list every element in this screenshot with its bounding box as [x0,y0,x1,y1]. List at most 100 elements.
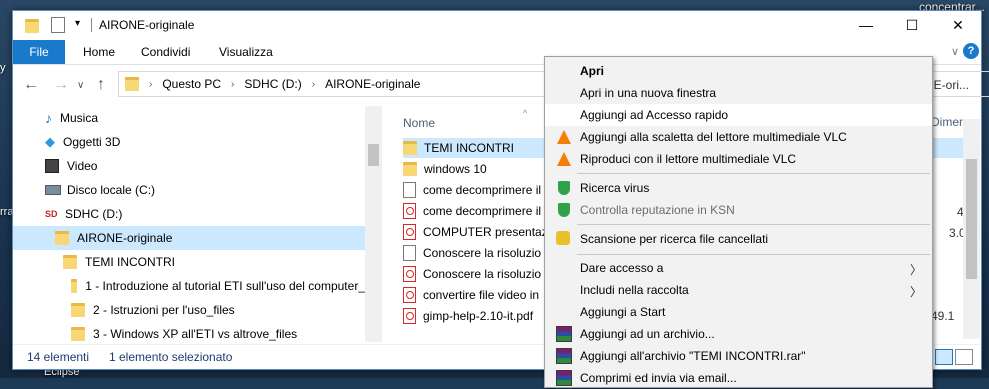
pdf-icon [403,308,416,324]
content-scrollbar-thumb[interactable] [966,159,977,279]
content-scrollbar[interactable] [963,119,980,339]
list-item[interactable]: gimp-help-2.10-it.pdf [403,306,563,326]
document-icon [403,245,416,261]
folder-icon [71,303,85,317]
breadcrumb-this-pc[interactable]: Questo PC [162,77,221,91]
list-item[interactable]: COMPUTER presentazio [403,222,563,242]
menu-item-deleted-file-scan[interactable]: Scansione per ricerca file cancellati [545,228,932,250]
column-header-size[interactable]: Dimen [931,115,966,129]
properties-icon[interactable] [51,17,65,33]
folder-icon [71,327,85,341]
nav-item-folder-1[interactable]: 1 - Introduzione al tutorial ETI sull'us… [13,274,365,298]
nav-item-temi-incontri[interactable]: TEMI INCONTRI [13,250,365,274]
chevron-right-icon[interactable]: › [149,79,152,90]
menu-item-give-access[interactable]: Dare accesso a 〉 [545,257,932,279]
shield-icon [556,202,572,218]
folder-icon [403,141,417,155]
details-view-icon[interactable] [935,349,953,365]
file-name: Conoscere la risoluzio [423,246,542,260]
title-separator [91,18,92,32]
quick-access-dropdown-icon[interactable]: ▾ [75,18,80,34]
film-icon [45,159,59,173]
menu-item-pin-quick-access[interactable]: Aggiungi ad Accesso rapido [545,104,932,126]
menu-item-add-rar[interactable]: Aggiungi all'archivio "TEMI INCONTRI.rar… [545,345,932,367]
drive-icon [45,185,61,195]
pdf-icon [403,266,416,282]
nav-scrollbar[interactable] [365,106,382,342]
winrar-icon [556,326,572,342]
menu-item-add-archive[interactable]: Aggiungi ad un archivio... [545,323,932,345]
file-name: windows 10 [424,162,487,176]
menu-separator [577,224,930,225]
navigation-pane: ♪ Musica ◆ Oggetti 3D Video Disco locale… [13,106,365,342]
menu-item-vlc-playlist[interactable]: Aggiungi alla scaletta del lettore multi… [545,126,932,148]
menu-item-ksn-reputation[interactable]: Controlla reputazione in KSN [545,199,932,221]
nav-item-airone[interactable]: AIRONE-originale [13,226,365,250]
title-bar: ▾ AIRONE-originale — ☐ ✕ [13,11,981,39]
file-name: COMPUTER presentazio [423,225,558,239]
list-item[interactable]: convertire file video in [403,285,563,305]
list-item[interactable]: come decomprimere il [403,201,563,221]
folder-icon [403,162,417,176]
file-name: TEMI INCONTRI [424,141,514,155]
pdf-icon [403,287,416,303]
menu-separator [577,173,930,174]
menu-item-open-new-window[interactable]: Apri in una nuova finestra [545,82,932,104]
breadcrumb-sdhc[interactable]: SDHC (D:) [244,77,301,91]
nav-item-label: Musica [60,111,99,125]
maximize-button[interactable]: ☐ [889,11,935,39]
nav-item-folder-2[interactable]: 2 - Istruzioni per l'uso_files [13,298,365,322]
vlc-icon [556,151,572,167]
menu-item-compress-email[interactable]: Comprimi ed invia via email... [545,367,932,389]
desktop-left-label-2: y [0,62,6,74]
list-item[interactable]: Conoscere la risoluzio [403,243,563,263]
menu-item-pin-start[interactable]: Aggiungi a Start [545,301,932,323]
pdf-icon [403,224,416,240]
menu-item-vlc-play[interactable]: Riproduci con il lettore multimediale VL… [545,148,932,170]
list-item[interactable]: Conoscere la risoluzio [403,264,563,284]
help-icon[interactable]: ? [963,43,979,59]
chevron-right-icon[interactable]: › [312,79,315,90]
file-name: come decomprimere il [423,204,542,218]
list-item[interactable]: come decomprimere il [403,180,563,200]
menu-item-open[interactable]: Apri [545,60,932,82]
column-header-name[interactable]: Nome [403,116,435,130]
forward-arrow-icon[interactable]: → [53,76,69,94]
list-item[interactable]: windows 10 [403,159,563,179]
pdf-icon [403,203,416,219]
chevron-right-icon[interactable]: › [231,79,234,90]
tab-share[interactable]: Condividi [141,45,190,59]
nav-scrollbar-thumb[interactable] [368,144,379,166]
menu-item-include-library[interactable]: Includi nella raccolta 〉 [545,279,932,301]
close-button[interactable]: ✕ [935,11,981,39]
nav-item-folder-3[interactable]: 3 - Windows XP all'ETI vs altrove_files [13,322,365,342]
folder-icon [25,19,39,33]
back-arrow-icon[interactable]: ← [23,76,39,94]
nav-item-label: 3 - Windows XP all'ETI vs altrove_files [93,327,298,341]
minimize-button[interactable]: — [843,11,889,39]
nav-item-3d-objects[interactable]: ◆ Oggetti 3D [13,130,365,154]
document-icon [403,182,416,198]
nav-item-video[interactable]: Video [13,154,365,178]
nav-item-sdhc[interactable]: SD SDHC (D:) [13,202,365,226]
ribbon-expand-icon[interactable]: ∨ [951,45,959,58]
nav-item-local-disk[interactable]: Disco locale (C:) [13,178,365,202]
recent-locations-icon[interactable]: ∨ [77,80,84,91]
file-name: Conoscere la risoluzio [423,267,542,281]
nav-item-label: TEMI INCONTRI [85,255,175,269]
tab-home[interactable]: Home [83,45,115,59]
cube-3d-icon: ◆ [45,134,55,149]
nav-item-label: SDHC (D:) [65,207,123,221]
up-arrow-icon[interactable]: ↑ [97,76,105,94]
tab-view[interactable]: Visualizza [219,45,273,59]
tab-file[interactable]: File [13,40,65,64]
menu-item-virus-scan[interactable]: Ricerca virus [545,177,932,199]
size-value: 49.1 [931,309,955,323]
large-icons-view-icon[interactable] [955,349,973,365]
item-count: 14 elementi [27,350,90,364]
nav-item-music[interactable]: ♪ Musica [13,106,365,130]
vlc-icon [556,129,572,145]
breadcrumb-airone[interactable]: AIRONE-originale [325,77,420,91]
nav-item-label: AIRONE-originale [77,231,173,245]
nav-item-label: Oggetti 3D [63,135,121,149]
